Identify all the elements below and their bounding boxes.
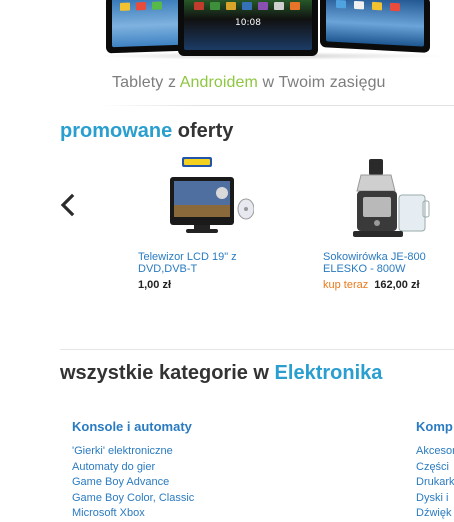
- product-price: 162,00 zł: [374, 279, 420, 291]
- tablet-clock: 10:08: [235, 18, 261, 28]
- subcategory-link[interactable]: Akcesoria: [416, 444, 454, 460]
- subcategory-link[interactable]: Części: [416, 460, 454, 476]
- tablet-center-image: 10:08: [178, 0, 318, 56]
- product-image-juicer[interactable]: [323, 155, 454, 247]
- tablet-left-image: [106, 0, 186, 54]
- promoted-offers-heading: promowane oferty: [60, 120, 234, 142]
- subcategory-link[interactable]: Microsoft Xbox: [72, 506, 272, 522]
- subcategory-link[interactable]: Dyski i: [416, 491, 454, 507]
- subcategory-link[interactable]: Dźwięk: [416, 506, 454, 522]
- product-image-tv[interactable]: [138, 155, 255, 247]
- subcategory-link[interactable]: Game Boy Advance: [72, 475, 272, 491]
- subcategory-list: Akcesoria Części Drukarki Dyski i Dźwięk: [416, 444, 454, 522]
- subcategory-link[interactable]: Drukarki: [416, 475, 454, 491]
- product-card-juicer[interactable]: Sokowirówka JE-800 ELESKO - 800W kup ter…: [323, 155, 454, 291]
- product-price: 1,00 zł: [138, 279, 172, 291]
- category-heading-link[interactable]: Komp: [416, 419, 454, 434]
- subcategory-list: 'Gierki' elektroniczne Automaty do gier …: [72, 444, 272, 522]
- product-card-tv[interactable]: Telewizor LCD 19" z DVD,DVB-T 1,00 zł: [138, 155, 255, 291]
- product-name-link[interactable]: Sokowirówka JE-800 ELESKO - 800W: [323, 251, 454, 275]
- banner-tagline: Tablety z Androidem w Twoim zasięgu: [112, 74, 386, 91]
- product-price-row: kup teraz 162,00 zł: [323, 279, 454, 291]
- subcategory-link[interactable]: Game Boy Color, Classic: [72, 491, 272, 507]
- subcategory-link[interactable]: Automaty do gier: [72, 460, 272, 476]
- banner-divider: [98, 105, 454, 106]
- product-name-link[interactable]: Telewizor LCD 19" z DVD,DVB-T: [138, 251, 254, 275]
- category-heading-link[interactable]: Konsole i automaty: [72, 419, 272, 434]
- carousel-prev-button[interactable]: [58, 190, 78, 220]
- all-categories-heading: wszystkie kategorie w Elektronika: [60, 362, 383, 384]
- tablets-image: 10:08: [0, 0, 454, 60]
- tablet-right-image: [320, 0, 430, 53]
- category-column: Konsole i automaty 'Gierki' elektroniczn…: [72, 419, 272, 522]
- category-name-link[interactable]: Elektronika: [275, 362, 383, 384]
- category-column: Komp Akcesoria Części Drukarki Dyski i D…: [416, 419, 454, 522]
- promo-banner[interactable]: 10:08 Tablety z Androidem w Twoim zasięg…: [0, 0, 454, 108]
- subcategory-link[interactable]: 'Gierki' elektroniczne: [72, 444, 272, 460]
- chevron-left-icon: [60, 193, 75, 217]
- buy-now-label[interactable]: kup teraz: [323, 279, 368, 291]
- section-divider: [60, 349, 454, 350]
